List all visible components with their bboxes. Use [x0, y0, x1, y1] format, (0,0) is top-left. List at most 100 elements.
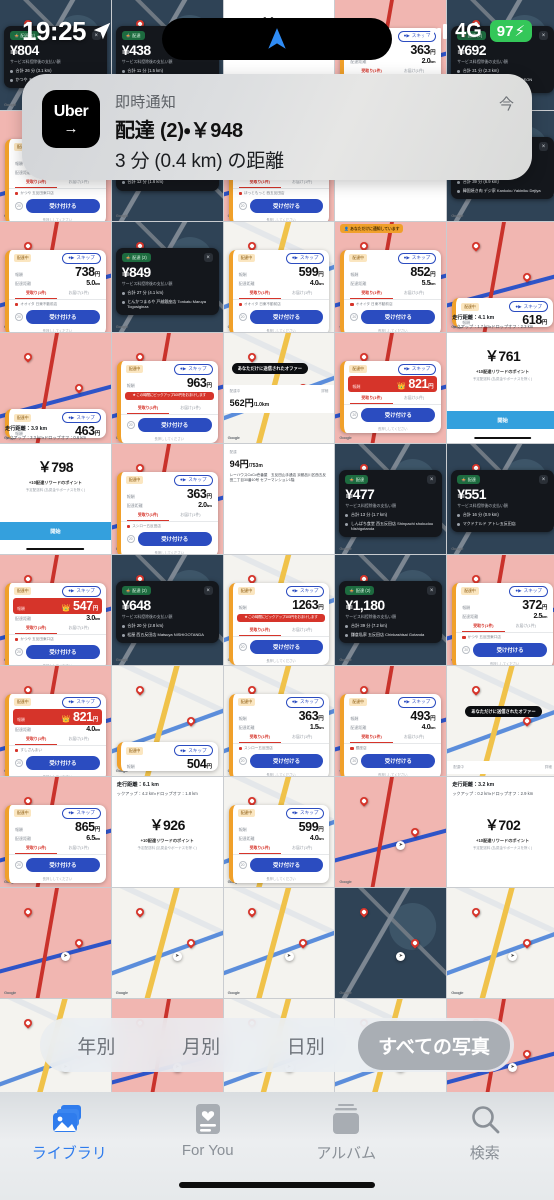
photo-thumbnail[interactable]: Google 配達中 ●▶ スキップ 報酬 963円★ この時間にピックアップ1…	[111, 333, 223, 443]
photo-thumbnail[interactable]: Google 配達中 ●▶ スキップ 報酬 1263円★ この時間にピックアップ…	[223, 555, 335, 665]
photo-thumbnail[interactable]: Google 配達中 ●▶ スキップ 報酬 👑 547円 配達距離 3.0km …	[0, 555, 111, 665]
delivery-offer-card[interactable]: 🍲 配達 × ¥551 サービス料控除後の支払い額 合計 16 分 (0.9 k…	[451, 470, 554, 532]
tab-pickup[interactable]: 受取り(1件)	[126, 403, 170, 414]
filter-pill-日別[interactable]: 日別	[253, 1021, 358, 1070]
photo-thumbnail[interactable]: 走行距離：3.2 km ックアップ：0.2 km・ドロップオフ：2.9 km ￥…	[447, 777, 554, 887]
offer-tabs[interactable]: 受取り(1件) お届け(1件)	[232, 287, 330, 300]
tab-pickup[interactable]: 受取り(1件)	[350, 393, 393, 404]
skip-button[interactable]: ●▶ スキップ	[174, 364, 213, 375]
offer-card[interactable]: 配達中 ●▶ スキップ 報酬 372円 配達距離 2.5km 受取り(1件) お…	[452, 583, 553, 665]
accept-row[interactable]: 20 受け付ける	[233, 855, 330, 876]
offer-tabs[interactable]: 受取り(1件) お届け(1件)	[232, 731, 330, 744]
photo-thumbnail[interactable]: Google👤 あなただけに通知しています 配達中 ●▶ スキップ 報酬 852…	[335, 222, 447, 332]
tab-pickup[interactable]: 受取り(1件)	[350, 288, 393, 299]
photo-thumbnail[interactable]: Google 🍲 配達 (2) × ¥648 サービス料控除後の支払い額 合計 …	[111, 555, 223, 665]
close-icon[interactable]: ×	[203, 253, 213, 262]
photo-thumbnail[interactable]: Google ➤	[111, 888, 223, 998]
accept-button[interactable]: 受け付ける	[26, 755, 100, 770]
skip-button[interactable]: ●▶ スキップ	[397, 364, 437, 375]
accept-row[interactable]: 20 受け付ける	[456, 640, 553, 661]
offer-tabs[interactable]: 受取り(1件) お届け(1件)	[9, 733, 106, 746]
offer-card[interactable]: 配達中 ●▶ スキップ 報酬 363円 配達距離 2.0km 受取り(1件) お…	[116, 472, 218, 554]
skip-button[interactable]: ●▶ スキップ	[397, 253, 437, 264]
offer-card[interactable]: 配達中 ●▶ スキップ 報酬 👑 821円 配達距離 4.0km 受取り(1件)…	[5, 694, 106, 776]
offer-tabs[interactable]: 受取り(1件) お届け(1件)	[344, 731, 442, 744]
accept-button[interactable]: 受け付ける	[473, 642, 547, 657]
photo-thumbnail[interactable]: Google 配達中 ●▶ スキップ 報酬 599円 配達距離 4.0km 受取…	[223, 222, 335, 332]
offer-card[interactable]: 配達中 ●▶ スキップ 報酬 363円 配達距離 1.5km 受取り(1件) お…	[228, 694, 330, 776]
offer-tabs[interactable]: 受取り(1件) お届け(1件)	[120, 402, 218, 415]
offer-tabs[interactable]: 受取り(1件) お届け(1件)	[9, 287, 106, 300]
photo-thumbnail[interactable]: 走行距離：6.1 km ックアップ：4.2 km・ドロップオフ：1.8 km ￥…	[111, 777, 223, 887]
photo-thumbnail[interactable]: Google 配達中 ●▶ スキップ 報酬 618円 走行距離：4.1 km ッ…	[447, 222, 554, 332]
delivery-offer-card[interactable]: 🍲 配達 × ¥477 サービス料控除後の支払い額 合計 13 分 (1.7 k…	[339, 470, 443, 537]
accept-button[interactable]: 受け付ける	[361, 309, 436, 324]
photo-thumbnail[interactable]: Google ➤	[335, 777, 447, 887]
tab-dropoff[interactable]: お届け(1件)	[281, 625, 323, 636]
offer-card[interactable]: 配達中 ●▶ スキップ 報酬 852円 配達距離 5.5km 受取り(1件) お…	[340, 250, 442, 332]
tab-dropoff[interactable]: お届け(1件)	[393, 393, 435, 404]
close-icon[interactable]: ×	[538, 475, 548, 484]
tab-pickup[interactable]: 受取り(1件)	[15, 288, 58, 299]
photo-thumbnail[interactable]: Google 配達中 ●▶ スキップ 報酬 363円 配達距離 2.0km 受取…	[111, 444, 223, 554]
offer-card[interactable]: 配達中 ●▶ スキップ 報酬 963円 ★ この時間にピックアップ100円をおまけ…	[116, 361, 218, 443]
accept-row[interactable]: 20 受け付ける	[9, 196, 106, 217]
photo-thumbnail[interactable]: Google 配達中 ●▶ スキップ 報酬 493円 配達距離 4.0km 受取…	[335, 666, 447, 776]
photo-thumbnail[interactable]: Google ➤	[447, 888, 554, 998]
accept-button[interactable]: 受け付ける	[249, 198, 324, 213]
accept-row[interactable]: 20 受け付ける	[9, 307, 106, 328]
offer-tabs[interactable]: 受取り(1件) お届け(1件)	[456, 620, 553, 633]
skip-button[interactable]: ●▶ スキップ	[62, 412, 101, 423]
accept-row[interactable]: 20 受け付ける	[344, 751, 441, 772]
accept-button[interactable]: 受け付ける	[26, 644, 100, 659]
accept-row[interactable]: 20 受け付ける	[9, 855, 106, 876]
accept-button[interactable]: 受け付ける	[249, 753, 324, 768]
skip-button[interactable]: ●▶ スキップ	[285, 808, 325, 819]
skip-button[interactable]: ●▶ スキップ	[285, 586, 325, 597]
filter-pill-年別[interactable]: 年別	[44, 1021, 149, 1070]
photo-thumbnail[interactable]: Google 🍲 配達 × ¥551 サービス料控除後の支払い額 合計 16 分…	[447, 444, 554, 554]
tab-dropoff[interactable]: お届け(1件)	[281, 288, 323, 299]
accept-row[interactable]: 20 受け付ける	[344, 405, 441, 426]
offer-card[interactable]: 配達中 ●▶ スキップ 報酬 738円 配達距離 5.0km 受取り(1件) お…	[5, 250, 106, 332]
skip-button[interactable]: ●▶ スキップ	[174, 475, 213, 486]
start-button[interactable]: 開始	[447, 411, 554, 429]
offer-card[interactable]: 配達中 ●▶ スキップ 報酬 865円 配達距離 6.5km 受取り(1件) お…	[5, 805, 106, 883]
tab-pickup[interactable]: 受取り(1件)	[238, 843, 281, 854]
photo-thumbnail[interactable]: Google 配達中 ●▶ スキップ 報酬 463円 走行距離：3.9 km ッ…	[0, 333, 111, 443]
tab-dropoff[interactable]: お届け(1件)	[57, 843, 99, 854]
offer-card[interactable]: 配達中 ●▶ スキップ 報酬 👑 821円 受取り(1件) お届け(1件) 20…	[340, 361, 442, 433]
offer-card[interactable]: 配達中 ●▶ スキップ 報酬 599円 配達距離 4.0km 受取り(1件) お…	[228, 805, 330, 883]
tab-pickup[interactable]: 受取り(1件)	[15, 843, 58, 854]
notification-banner[interactable]: Uber → 即時通知 配達 (2)・￥948 3 分 (0.4 km) の距離…	[22, 74, 532, 180]
skip-button[interactable]: ●▶ スキップ	[62, 808, 101, 819]
skip-button[interactable]: ●▶ スキップ	[62, 253, 101, 264]
tab-pickup[interactable]: 受取り(1件)	[238, 288, 281, 299]
tab-search-icon[interactable]: 検索	[416, 1102, 554, 1163]
photo-thumbnail[interactable]: Google 配達中 ●▶ スキップ 報酬 599円 配達距離 4.0km 受取…	[223, 777, 335, 887]
skip-button[interactable]: ●▶ スキップ	[62, 586, 101, 597]
accept-row[interactable]: 20 受け付ける	[9, 642, 106, 663]
tab-albums-icon[interactable]: アルバム	[277, 1102, 416, 1163]
tab-pickup[interactable]: 受取り(1件)	[462, 621, 505, 632]
photo-thumbnail[interactable]: Google 配達中 ●▶ スキップ 報酬 504円	[111, 666, 223, 776]
tab-dropoff[interactable]: お届け(1件)	[281, 843, 323, 854]
offer-card[interactable]: 配達中 ●▶ スキップ 報酬 493円 配達距離 4.0km 受取り(1件) お…	[340, 694, 442, 776]
accept-row[interactable]: 20 受け付ける	[233, 307, 330, 328]
tab-pickup[interactable]: 受取り(1件)	[15, 623, 58, 634]
tab-dropoff[interactable]: お届け(1件)	[505, 621, 547, 632]
skip-button[interactable]: ●▶ スキップ	[509, 301, 548, 312]
delivery-offer-card[interactable]: 🍲 配達 (2) × ¥1,180 サービス料控除後の支払い額 合計 39 分 …	[339, 581, 443, 643]
offer-tabs[interactable]: 受取り(1件) お届け(1件)	[344, 392, 442, 405]
offer-tabs[interactable]: 受取り(1件) お届け(1件)	[120, 509, 218, 522]
tab-foryou-icon[interactable]: For You	[139, 1102, 278, 1159]
offer-tabs[interactable]: 受取り(1件) お届け(1件)	[9, 622, 106, 635]
tab-dropoff[interactable]: お届け(1件)	[393, 732, 435, 743]
accept-button[interactable]: 受け付ける	[249, 857, 324, 872]
filter-pill-月別[interactable]: 月別	[149, 1021, 254, 1070]
photo-thumbnail[interactable]: ￥798 +10配達リワードのポイント 予定配送料 (払戻金やボーナスを除く) …	[0, 444, 111, 554]
accept-button[interactable]: 受け付ける	[26, 857, 100, 872]
close-icon[interactable]: ×	[427, 586, 437, 595]
photo-thumbnail[interactable]: Google 配達中 ●▶ スキップ 報酬 👑 821円 受取り(1件) お届け…	[335, 333, 447, 443]
photo-thumbnail[interactable]: ￥761 +10配達リワードのポイント 予定配送料 (払戻金やボーナスを除く) …	[447, 333, 554, 443]
